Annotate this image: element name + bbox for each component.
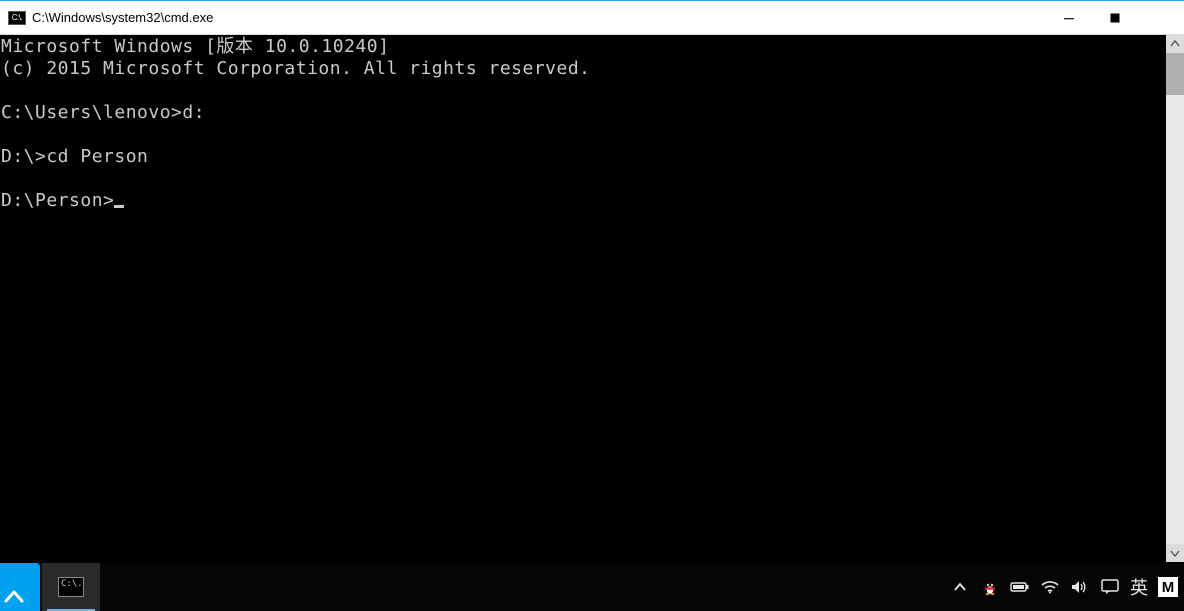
maximize-button[interactable] bbox=[1092, 1, 1138, 34]
vertical-scrollbar[interactable] bbox=[1166, 35, 1184, 562]
minimize-icon bbox=[1063, 12, 1075, 24]
window-controls bbox=[1046, 1, 1184, 34]
scroll-thumb[interactable] bbox=[1166, 53, 1184, 95]
volume-icon[interactable] bbox=[1070, 577, 1090, 597]
scroll-down-arrow-icon[interactable] bbox=[1166, 544, 1184, 562]
close-icon bbox=[1155, 12, 1167, 24]
cmd-window: C:\. C:\Windows\system32\cmd.exe Microso… bbox=[0, 0, 1184, 562]
taskbar: C:\. bbox=[0, 563, 1184, 611]
client-area: Microsoft Windows [版本 10.0.10240] (c) 20… bbox=[0, 35, 1184, 562]
battery-icon[interactable] bbox=[1010, 577, 1030, 597]
start-icon bbox=[4, 587, 26, 605]
scroll-up-arrow-icon[interactable] bbox=[1166, 35, 1184, 53]
action-center-icon[interactable] bbox=[1100, 577, 1120, 597]
titlebar[interactable]: C:\. C:\Windows\system32\cmd.exe bbox=[0, 1, 1184, 35]
cmd-tile-icon: C:\. bbox=[58, 577, 84, 597]
window-title: C:\Windows\system32\cmd.exe bbox=[32, 10, 1046, 25]
qq-penguin-icon[interactable] bbox=[980, 577, 1000, 597]
minimize-button[interactable] bbox=[1046, 1, 1092, 34]
system-tray: 英 M bbox=[950, 563, 1184, 611]
maximize-icon bbox=[1109, 12, 1121, 24]
wifi-icon[interactable] bbox=[1040, 577, 1060, 597]
console-output[interactable]: Microsoft Windows [版本 10.0.10240] (c) 20… bbox=[0, 35, 1166, 562]
taskbar-left: C:\. bbox=[0, 563, 100, 611]
scroll-track[interactable] bbox=[1166, 53, 1184, 544]
ime-indicator[interactable]: 英 bbox=[1130, 574, 1148, 600]
close-button[interactable] bbox=[1138, 1, 1184, 34]
cmd-icon: C:\. bbox=[8, 11, 26, 25]
ime-mode-box[interactable]: M bbox=[1158, 577, 1178, 597]
start-button[interactable] bbox=[0, 563, 40, 611]
tray-overflow-icon[interactable] bbox=[950, 577, 970, 597]
cursor bbox=[114, 205, 124, 208]
taskbar-item-cmd[interactable]: C:\. bbox=[42, 563, 100, 611]
